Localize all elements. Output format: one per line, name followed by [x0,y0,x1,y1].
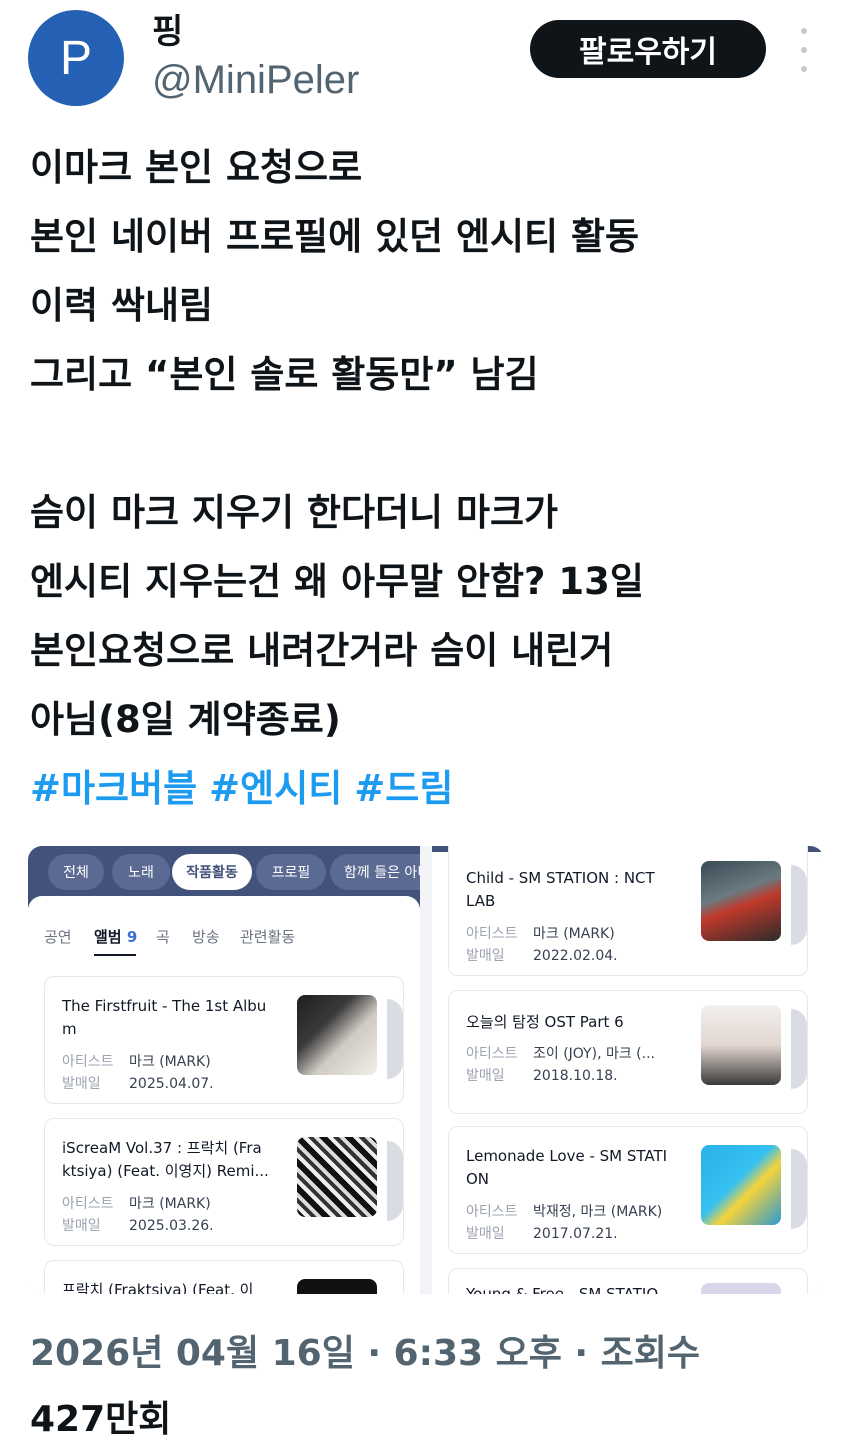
album-title: ktsiya) (Feat. 이영지) Remi... [62,1162,269,1180]
date-value: 2025.03.26. [129,1218,214,1234]
subtab-album: 앨범 9 [94,926,137,947]
subtab-underline [94,954,136,956]
media-right-panel: Child - SM STATION : NCT LAB 아티스트 마크 (MAR… [432,846,824,1294]
subtab-performance: 공연 [44,928,72,946]
album-disc [791,865,807,945]
nav-tab-all: 전체 [48,854,104,890]
artist-value: 마크 (MARK) [129,1054,211,1070]
hashtag-link[interactable]: #엔시티 [209,767,342,810]
artist-label: 아티스트 [62,1054,114,1070]
view-count-label: 회 [138,1399,172,1440]
date-label: 발매일 [62,1218,101,1234]
album-card: Lemonade Love - SM STATI ON 아티스트 박재정, 마크 … [448,1126,808,1254]
album-cover-image [701,1005,781,1085]
album-date-row: 발매일 2017.07.21. [466,1223,618,1243]
artist-label: 아티스트 [466,1204,518,1220]
date-label: 발매일 [62,1076,101,1092]
album-artist-row: 아티스트 조이 (JOY), 마크 (... [466,1043,655,1063]
album-artist-row: 아티스트 마크 (MARK) [62,1051,211,1071]
hashtag-link[interactable]: #마크버블 [30,767,197,810]
album-date-row: 발매일 2025.03.26. [62,1215,214,1235]
album-disc [791,1149,807,1229]
date-value: 2018.10.18. [533,1068,618,1084]
album-date-row: 발매일 2022.02.04. [466,945,618,965]
tweet-line: 본인요청으로 내려간거라 슴이 내린거 [30,629,614,672]
author-handle[interactable]: @MiniPeler [152,58,359,103]
album-title: m [62,1020,77,1038]
tweet-line: 이마크 본인 요청으로 [30,146,363,189]
album-cover-image [701,861,781,941]
subtab-album-count: 9 [126,928,138,946]
album-cover-image [297,1137,377,1217]
artist-label: 아티스트 [62,1196,114,1212]
date-label: 발매일 [466,948,505,964]
nav-tab-works: 작품활동 [172,854,252,890]
author-display-name[interactable]: 핑 [152,4,183,53]
album-title: 프락치 (Fraktsiya) (Feat. 이 [62,1281,254,1294]
hashtag-link[interactable]: #드림 [354,767,453,810]
tweet-media-image[interactable]: 전체 노래 작품활동 프로필 함께 들은 아티 공연 앨범 9 곡 방송 관련활… [28,846,824,1294]
artist-label: 아티스트 [466,926,518,942]
album-card: 프락치 (Fraktsiya) (Feat. 이 [44,1260,404,1294]
date-value: 2022.02.04. [533,948,618,964]
album-title: The Firstfruit - The 1st Albu [62,997,267,1015]
album-card: Young & Free - SM STATIO [448,1268,808,1294]
album-disc [791,1009,807,1089]
album-title: Child - SM STATION : NCT [466,869,655,887]
tweet-line: 엔시티 지우는건 왜 아무말 안함? 13일 [30,560,644,603]
media-left-panel: 전체 노래 작품활동 프로필 함께 들은 아티 공연 앨범 9 곡 방송 관련활… [28,846,420,1294]
album-disc [387,1141,403,1221]
more-options-icon[interactable] [796,28,812,72]
album-title: LAB [466,892,496,910]
artist-value: 마크 (MARK) [129,1196,211,1212]
subtab-song: 곡 [156,928,170,946]
album-title: iScreaM Vol.37 : 프락치 (Fra [62,1139,262,1157]
date-label: 발매일 [466,1226,505,1242]
artist-value: 마크 (MARK) [533,926,615,942]
tweet-text: 이마크 본인 요청으로 본인 네이버 프로필에 있던 엔시티 활동 이력 싹내림… [30,133,830,823]
nav-tab-songs: 노래 [112,854,170,890]
tweet-timestamp[interactable]: 2026년 04월 16일 · 6:33 오후 · 조회수 [30,1326,700,1382]
date-label: 발매일 [466,1068,505,1084]
nav-tab-profile: 프로필 [256,854,326,890]
album-date-row: 발매일 2018.10.18. [466,1065,618,1085]
artist-label: 아티스트 [466,1046,518,1062]
album-artist-row: 아티스트 박재정, 마크 (MARK) [466,1201,662,1221]
date-value: 2025.04.07. [129,1076,214,1092]
album-title: 오늘의 탐정 OST Part 6 [466,1013,624,1031]
album-cover-image [701,1145,781,1225]
tweet-line: 이력 싹내림 [30,284,214,327]
album-title: Lemonade Love - SM STATI [466,1147,668,1165]
subtab-broadcast: 방송 [192,928,220,946]
artist-value: 조이 (JOY), 마크 (... [533,1046,655,1062]
album-title: Young & Free - SM STATIO [466,1285,659,1294]
nav-tab-listened-together: 함께 들은 아티 [330,854,420,890]
album-disc [387,999,403,1079]
artist-value: 박재정, 마크 (MARK) [533,1204,663,1220]
tweet-line: 아님(8일 계약종료) [30,698,341,741]
album-cover-image [701,1283,781,1294]
view-count: 427만회 [30,1390,171,1442]
album-card: The Firstfruit - The 1st Albu m 아티스트 마크 (… [44,976,404,1104]
subtab-album-label: 앨범 [94,928,122,946]
tweet-line: 슴이 마크 지우기 한다더니 마크가 [30,491,559,534]
tweet-line: 본인 네이버 프로필에 있던 엔시티 활동 [30,215,640,258]
album-cover-image [297,995,377,1075]
date-value: 2017.07.21. [533,1226,618,1242]
hashtags: #마크버블 #엔시티 #드림 [30,754,830,823]
album-artist-row: 아티스트 마크 (MARK) [466,923,615,943]
album-cover-image [297,1279,377,1294]
album-card: Child - SM STATION : NCT LAB 아티스트 마크 (MAR… [448,846,808,976]
tweet-line: 그리고 “본인 솔로 활동만” 남김 [30,353,539,396]
album-card: iScreaM Vol.37 : 프락치 (Fra ktsiya) (Feat.… [44,1118,404,1246]
album-title: ON [466,1170,490,1188]
avatar[interactable]: P [28,10,124,106]
subtab-related: 관련활동 [240,928,296,946]
album-card: 오늘의 탐정 OST Part 6 아티스트 조이 (JOY), 마크 (... … [448,990,808,1114]
album-date-row: 발매일 2025.04.07. [62,1073,214,1093]
view-count-value: 427만 [30,1399,139,1440]
follow-button[interactable]: 팔로우하기 [530,20,766,78]
album-artist-row: 아티스트 마크 (MARK) [62,1193,211,1213]
